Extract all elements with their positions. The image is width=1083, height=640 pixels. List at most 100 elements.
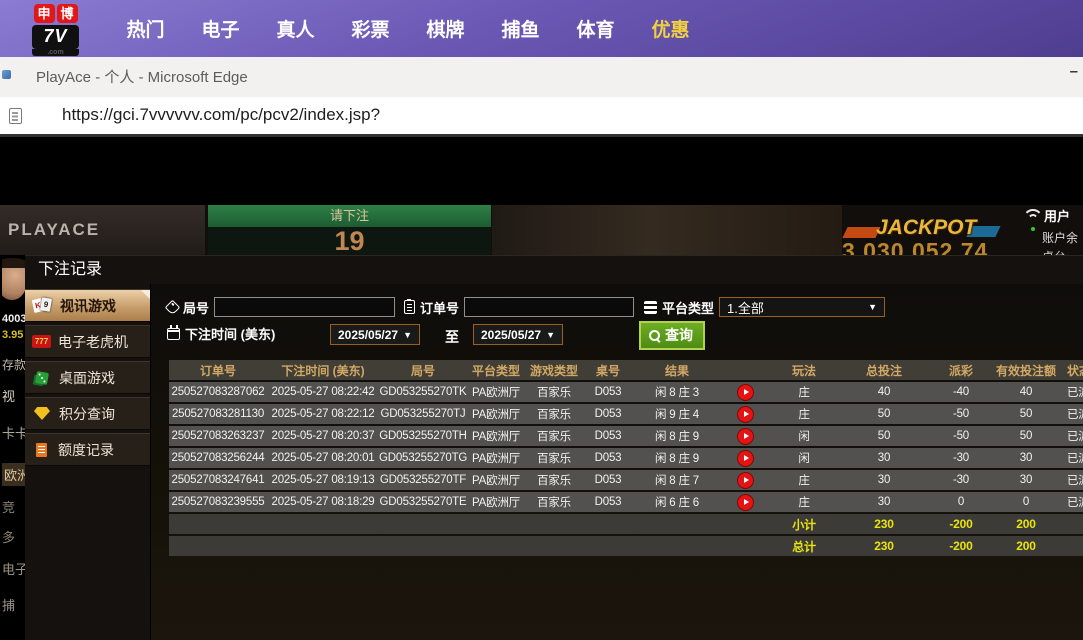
grand-total-payout: -200	[929, 536, 993, 556]
cell-payout: 0	[929, 492, 993, 512]
nav-item-sports[interactable]: 体育	[558, 15, 633, 42]
to-label: 至	[445, 329, 459, 345]
calendar-icon	[167, 325, 180, 340]
platform-label: 平台类型	[662, 300, 715, 316]
cell-bet-time: 2025-05-27 08:22:42	[267, 382, 379, 402]
cell-play-type: 庄	[769, 404, 839, 424]
empty-cell	[1059, 514, 1083, 534]
round-filter: 局号	[164, 297, 396, 317]
jackpot-label: JACKPOT	[876, 216, 977, 239]
menu-item-points-query[interactable]: 积分查询	[25, 397, 150, 430]
url-field[interactable]: https://gci.7vvvvvv.com/pc/pcv2/index.js…	[62, 105, 380, 125]
table-row: 250527083239555 2025-05-27 08:18:29 GD05…	[169, 492, 1083, 512]
menu-item-table-games[interactable]: 桌面游戏	[25, 361, 150, 394]
site-info-icon[interactable]	[9, 108, 22, 124]
date-to-select[interactable]: 2025/05/27 ▼	[473, 324, 563, 345]
playace-brand-box: PLAYACE	[0, 205, 205, 255]
empty-cell	[583, 536, 633, 556]
nav-item-lottery[interactable]: 彩票	[333, 15, 408, 42]
nav-item-promotions[interactable]: 优惠	[633, 15, 708, 42]
cell-order-number: 250527083239555	[169, 492, 267, 512]
col-play: 玩法	[769, 360, 839, 380]
cell-result: 闲 8 庄 9	[633, 448, 721, 468]
cell-total-bet: 40	[839, 382, 929, 402]
replay-button[interactable]	[737, 472, 753, 488]
empty-cell	[721, 514, 769, 534]
col-status: 状态	[1059, 360, 1083, 380]
menu-item-quota-records[interactable]: 额度记录	[25, 433, 150, 466]
bg-fragment: 存款	[2, 358, 25, 372]
replay-button[interactable]	[737, 406, 753, 422]
nav-item-board-games[interactable]: 棋牌	[408, 15, 483, 42]
bet-time-label: 下注时间 (美东)	[185, 327, 276, 342]
menu-item-video-games[interactable]: 视讯游戏	[25, 289, 150, 322]
chevron-down-icon: ▼	[868, 302, 878, 312]
date-from-select[interactable]: 2025/05/27 ▼	[330, 324, 420, 345]
empty-cell	[467, 536, 525, 556]
search-icon	[648, 329, 661, 342]
site-top-nav: 申 博 7V .com 热门 电子 真人 彩票 棋牌 捕鱼 体育 优惠	[0, 0, 1083, 57]
replay-button[interactable]	[737, 384, 753, 400]
nav-item-hot[interactable]: 热门	[108, 15, 183, 42]
cell-order-number: 250527083256244	[169, 448, 267, 468]
subtotal-label: 小计	[769, 514, 839, 534]
minimize-button[interactable]: –	[1070, 63, 1078, 80]
diamond-icon	[34, 407, 50, 420]
connection-status-dot	[1031, 227, 1035, 231]
menu-item-label: 积分查询	[59, 405, 115, 422]
cell-bet-time: 2025-05-27 08:20:01	[267, 448, 379, 468]
cell-total-bet: 30	[839, 492, 929, 512]
site-logo[interactable]: 申 博 7V .com	[32, 4, 79, 56]
search-button-label: 查询	[665, 327, 693, 343]
col-total-bet: 总投注	[839, 360, 929, 380]
window-title: PlayAce - 个人 - Microsoft Edge	[36, 69, 248, 86]
table-row: 250527083287062 2025-05-27 08:22:42 GD05…	[169, 382, 1083, 402]
cell-result: 闲 8 庄 9	[633, 426, 721, 446]
edge-addressbar: https://gci.7vvvvvv.com/pc/pcv2/index.js…	[0, 97, 1083, 137]
bet-table-wrap: 订单号 下注时间 (美东) 局号 平台类型 游戏类型 桌号 结果 玩法 总投注 …	[169, 358, 1083, 558]
cell-status: 已派彩	[1059, 404, 1083, 424]
nav-item-live[interactable]: 真人	[258, 15, 333, 42]
cell-total-bet: 50	[839, 404, 929, 424]
nav-item-fishing[interactable]: 捕鱼	[483, 15, 558, 42]
playing-cards-icon	[32, 297, 53, 314]
cell-game-type: 百家乐	[525, 470, 583, 490]
empty-cell	[379, 536, 467, 556]
platform-select-value: 1.全部	[727, 300, 764, 316]
cell-result: 闲 9 庄 4	[633, 404, 721, 424]
search-button[interactable]: 查询	[639, 321, 705, 350]
col-game-type: 游戏类型	[525, 360, 583, 380]
cell-platform-type: PA欧洲厅	[467, 426, 525, 446]
modal-body: 视讯游戏 电子老虎机 桌面游戏 积分查询	[25, 284, 1083, 640]
replay-button[interactable]	[737, 428, 753, 444]
cell-platform-type: PA欧洲厅	[467, 382, 525, 402]
cell-game-type: 百家乐	[525, 492, 583, 512]
logo-badges: 申 博	[32, 4, 79, 23]
col-result: 结果	[633, 360, 721, 380]
bg-fragment: 竞	[2, 500, 16, 515]
casino-background-strip: PLAYACE 请下注 19 JACKPOT 3,030,052.74 用户 账…	[0, 205, 1083, 255]
platform-select[interactable]: 1.全部 ▼	[719, 297, 886, 317]
cell-table-number: D053	[583, 426, 633, 446]
col-table-no: 桌号	[583, 360, 633, 380]
menu-item-slot-machines[interactable]: 电子老虎机	[25, 325, 150, 358]
bg-fragment: 4003	[2, 313, 25, 325]
cell-play-type: 闲	[769, 426, 839, 446]
chevron-down-icon: ▼	[546, 329, 555, 340]
bg-fragment: 电子	[2, 562, 25, 577]
cell-round-number: GD053255270TG	[379, 448, 467, 468]
replay-button[interactable]	[737, 450, 753, 466]
cell-status: 已派彩	[1059, 470, 1083, 490]
replay-button[interactable]	[737, 494, 753, 510]
empty-cell	[169, 536, 267, 556]
cell-result: 闲 6 庄 6	[633, 492, 721, 512]
cell-platform-type: PA欧洲厅	[467, 470, 525, 490]
order-input[interactable]	[464, 297, 635, 317]
nav-item-slots[interactable]: 电子	[183, 15, 258, 42]
round-input[interactable]	[214, 297, 396, 317]
platform-stack-icon	[644, 300, 657, 314]
tag-icon	[164, 299, 181, 315]
empty-cell	[1059, 536, 1083, 556]
empty-cell	[169, 514, 267, 534]
empty-cell	[467, 514, 525, 534]
